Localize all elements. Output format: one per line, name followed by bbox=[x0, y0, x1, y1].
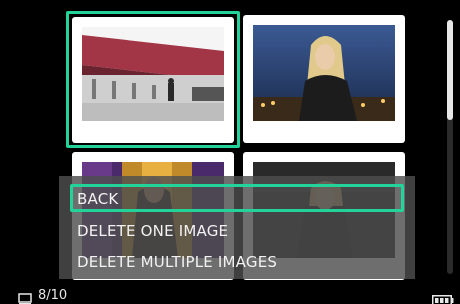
playback-screen: BACK DELETE ONE IMAGE DELETE MULTIPLE IM… bbox=[0, 0, 460, 304]
menu-item-delete-multiple-images[interactable]: DELETE MULTIPLE IMAGES bbox=[77, 252, 277, 272]
battery-full-icon bbox=[432, 291, 454, 304]
single-frame-icon bbox=[18, 290, 32, 304]
status-bar bbox=[0, 286, 460, 304]
image-counter: 8/10 bbox=[38, 288, 68, 303]
thumbnail-1-image bbox=[82, 27, 224, 121]
thumbnail-1[interactable] bbox=[72, 17, 234, 143]
menu-selection-highlight bbox=[70, 184, 404, 212]
thumbnail-2[interactable] bbox=[243, 15, 405, 143]
scrollbar-thumb[interactable] bbox=[447, 20, 453, 120]
thumbnail-2-image bbox=[253, 25, 395, 121]
menu-item-delete-one-image[interactable]: DELETE ONE IMAGE bbox=[77, 221, 228, 241]
